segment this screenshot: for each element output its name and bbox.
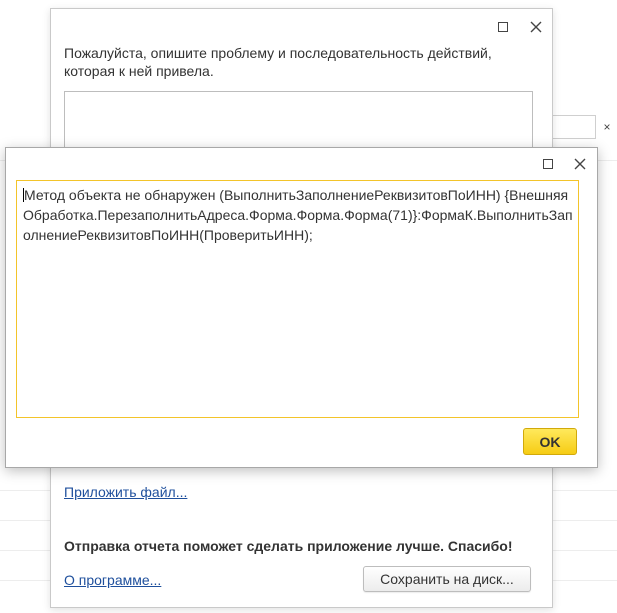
thanks-message: Отправка отчета поможет сделать приложен… bbox=[64, 538, 513, 554]
ok-button[interactable]: OK bbox=[523, 428, 577, 455]
close-icon bbox=[530, 21, 542, 33]
close-icon bbox=[574, 158, 586, 170]
maximize-button[interactable] bbox=[539, 155, 557, 173]
maximize-icon bbox=[498, 22, 508, 32]
attach-file-link[interactable]: Приложить файл... bbox=[64, 484, 187, 500]
maximize-icon bbox=[543, 159, 553, 169]
close-button[interactable] bbox=[527, 18, 545, 36]
save-to-disk-button[interactable]: Сохранить на диск... bbox=[363, 566, 531, 592]
problem-description-prompt: Пожалуйста, опишите проблему и последова… bbox=[64, 45, 492, 79]
problem-description-input[interactable] bbox=[64, 91, 533, 151]
error-message-dialog: Метод объекта не обнаружен (ВыполнитьЗап… bbox=[5, 147, 598, 468]
error-message-text: Метод объекта не обнаружен (ВыполнитьЗап… bbox=[23, 185, 574, 245]
maximize-button[interactable] bbox=[494, 18, 512, 36]
about-program-link[interactable]: О программе... bbox=[64, 572, 161, 588]
background-input[interactable] bbox=[552, 115, 596, 139]
close-button[interactable] bbox=[571, 155, 589, 173]
error-message-field[interactable]: Метод объекта не обнаружен (ВыполнитьЗап… bbox=[16, 180, 579, 418]
screen: × Пожалуйста, опишите проблему и последо… bbox=[0, 0, 617, 613]
background-close-icon[interactable]: × bbox=[597, 115, 617, 139]
error-message-content: Метод объекта не обнаружен (ВыполнитьЗап… bbox=[23, 187, 573, 243]
